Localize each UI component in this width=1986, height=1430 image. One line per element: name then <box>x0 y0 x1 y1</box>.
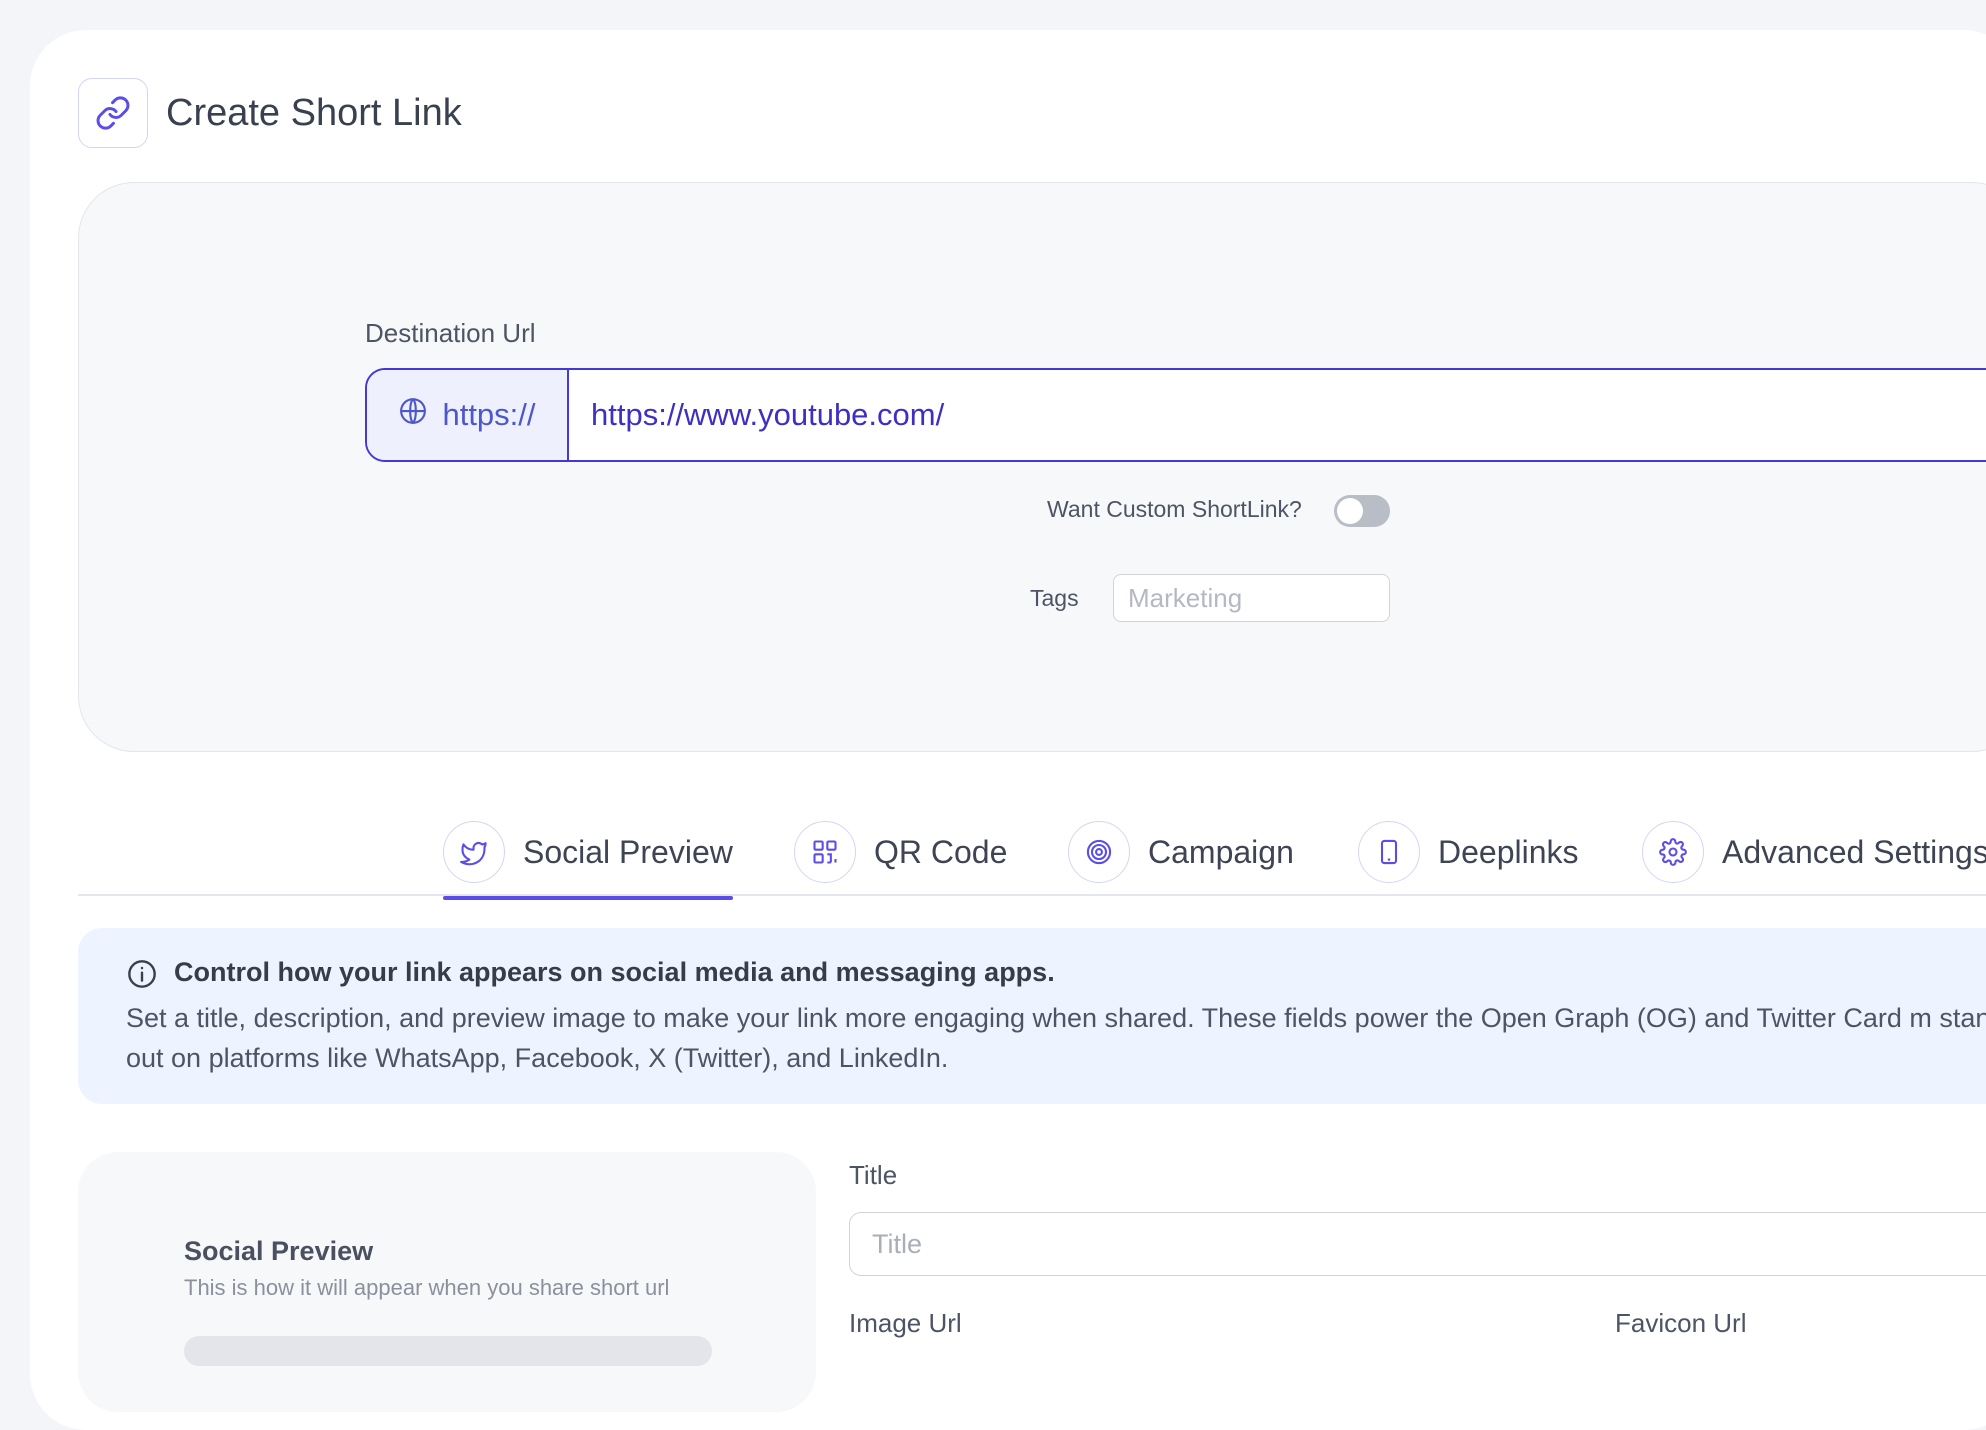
tab-label: Advanced Settings <box>1722 833 1986 870</box>
title-input[interactable] <box>849 1212 1986 1276</box>
tab-social-preview[interactable]: Social Preview <box>443 808 733 900</box>
destination-url-label: Destination Url <box>365 318 536 348</box>
page-title: Create Short Link <box>166 92 462 134</box>
custom-shortlink-toggle[interactable] <box>1334 495 1390 527</box>
tab-advanced-settings[interactable]: Advanced Settings <box>1642 808 1986 896</box>
social-preview-subtitle: This is how it will appear when you shar… <box>184 1275 670 1300</box>
destination-url-input[interactable] <box>569 370 1986 460</box>
link-icon <box>78 78 148 148</box>
tab-campaign[interactable]: Campaign <box>1068 808 1294 896</box>
tags-input[interactable] <box>1113 574 1390 622</box>
favicon-url-label: Favicon Url <box>1615 1308 1747 1338</box>
social-preview-title: Social Preview <box>184 1236 374 1266</box>
target-icon <box>1068 821 1130 883</box>
destination-url-group: https:// <box>365 368 1986 462</box>
tab-label: Social Preview <box>523 833 733 870</box>
twitter-bird-icon <box>443 821 505 883</box>
tab-deeplinks[interactable]: Deeplinks <box>1358 808 1579 896</box>
destination-panel <box>78 182 1986 752</box>
info-body: Set a title, description, and preview im… <box>126 1003 1986 1073</box>
toggle-knob <box>1337 498 1363 524</box>
tab-label: Deeplinks <box>1438 833 1579 870</box>
url-protocol-prefix[interactable]: https:// <box>367 370 569 460</box>
tags-label: Tags <box>1030 585 1079 611</box>
gear-icon <box>1642 821 1704 883</box>
qr-code-icon <box>794 821 856 883</box>
mobile-phone-icon <box>1358 821 1420 883</box>
title-label: Title <box>849 1160 898 1190</box>
info-heading: Control how your link appears on social … <box>174 957 1055 987</box>
image-url-label: Image Url <box>849 1308 962 1338</box>
custom-shortlink-label: Want Custom ShortLink? <box>1047 496 1302 522</box>
social-preview-placeholder <box>184 1336 712 1366</box>
tab-label: Campaign <box>1148 833 1294 870</box>
tab-qr-code[interactable]: QR Code <box>794 808 1007 896</box>
info-icon <box>126 958 158 990</box>
tab-label: QR Code <box>874 833 1008 870</box>
url-prefix-text: https:// <box>442 397 536 432</box>
globe-icon <box>398 396 428 434</box>
